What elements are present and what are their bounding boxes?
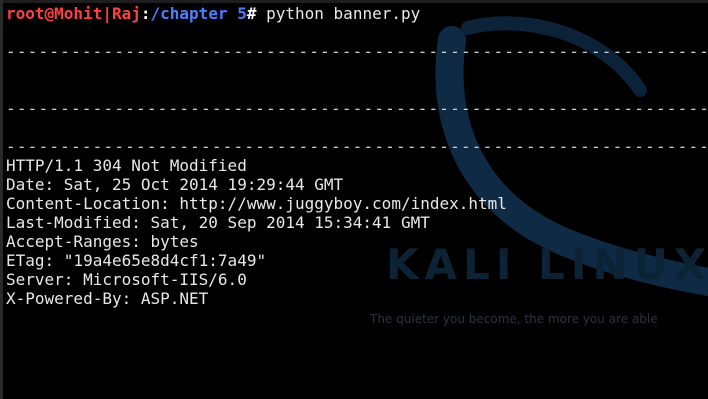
window-left-border — [0, 0, 3, 399]
response-line-date: Date: Sat, 25 Oct 2014 19:29:44 GMT — [6, 175, 344, 194]
command-text: python banner.py — [256, 4, 421, 23]
response-line-accept-ranges: Accept-Ranges: bytes — [6, 232, 199, 251]
command-prompt-line: root@Mohit|Raj:/chapter 5# python banner… — [6, 4, 706, 23]
kali-tagline: The quieter you become, the more you are… — [370, 312, 658, 326]
prompt-user: root@Mohit — [6, 4, 103, 23]
prompt-colon: : — [140, 4, 151, 23]
prompt-path: /chapter 5 — [150, 4, 247, 23]
terminal-window[interactable]: KALI LINUX The quieter you become, the m… — [0, 0, 708, 399]
separator-line: ----------------------------------------… — [6, 99, 706, 118]
response-line-server: Server: Microsoft-IIS/6.0 — [6, 270, 247, 289]
response-line-etag: ETag: "19a4e65e8d4cf1:7a49" — [6, 251, 267, 270]
prompt-host: Raj — [111, 4, 141, 23]
window-top-border — [0, 0, 708, 3]
separator-line: ----------------------------------------… — [6, 42, 706, 61]
response-line-powered-by: X-Powered-By: ASP.NET — [6, 289, 209, 308]
response-line-last-modified: Last-Modified: Sat, 20 Sep 2014 15:34:41… — [6, 213, 430, 232]
prompt-separator: | — [102, 4, 112, 23]
response-line-content-location: Content-Location: http://www.juggyboy.co… — [6, 194, 507, 213]
separator-line: ----------------------------------------… — [6, 137, 706, 156]
response-line-status: HTTP/1.1 304 Not Modified — [6, 156, 247, 175]
garbled-output-line — [6, 23, 706, 42]
garbled-output-line — [6, 118, 706, 137]
terminal-output: root@Mohit|Raj:/chapter 5# python banner… — [6, 4, 706, 308]
